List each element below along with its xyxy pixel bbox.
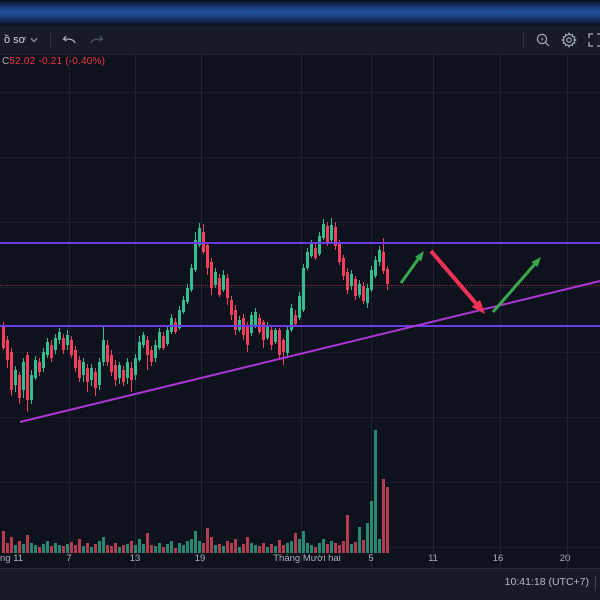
time-axis-label: 11 — [428, 553, 438, 564]
time-axis-label: 19 — [194, 553, 206, 564]
ohlc-legend: C52.02 -0.21 (-0.40%) — [2, 56, 105, 67]
time-axis-label: 7 — [66, 553, 72, 564]
trading-chart-app: ồ sơ C52.02 -0.21 (-0.40%) ng 11 7 13 19… — [0, 0, 600, 600]
time-axis-label: 16 — [492, 553, 504, 564]
legend-close-value: 52.02 — [9, 56, 36, 67]
time-axis-label: 20 — [559, 553, 571, 564]
time-axis-label: Tháng Mười hai — [273, 553, 341, 564]
clock-label[interactable]: 10:41:18 (UTC+7) — [505, 576, 589, 588]
candlestick-chart-canvas[interactable] — [0, 0, 600, 600]
status-bar: 10:41:18 (UTC+7) — [0, 568, 600, 600]
time-axis-label: 13 — [129, 553, 141, 564]
time-axis-label: 5 — [368, 553, 374, 564]
statusbar-separator — [595, 576, 596, 591]
time-axis-label: ng 11 — [0, 553, 24, 564]
legend-change-value: -0.21 (-0.40%) — [38, 56, 106, 67]
